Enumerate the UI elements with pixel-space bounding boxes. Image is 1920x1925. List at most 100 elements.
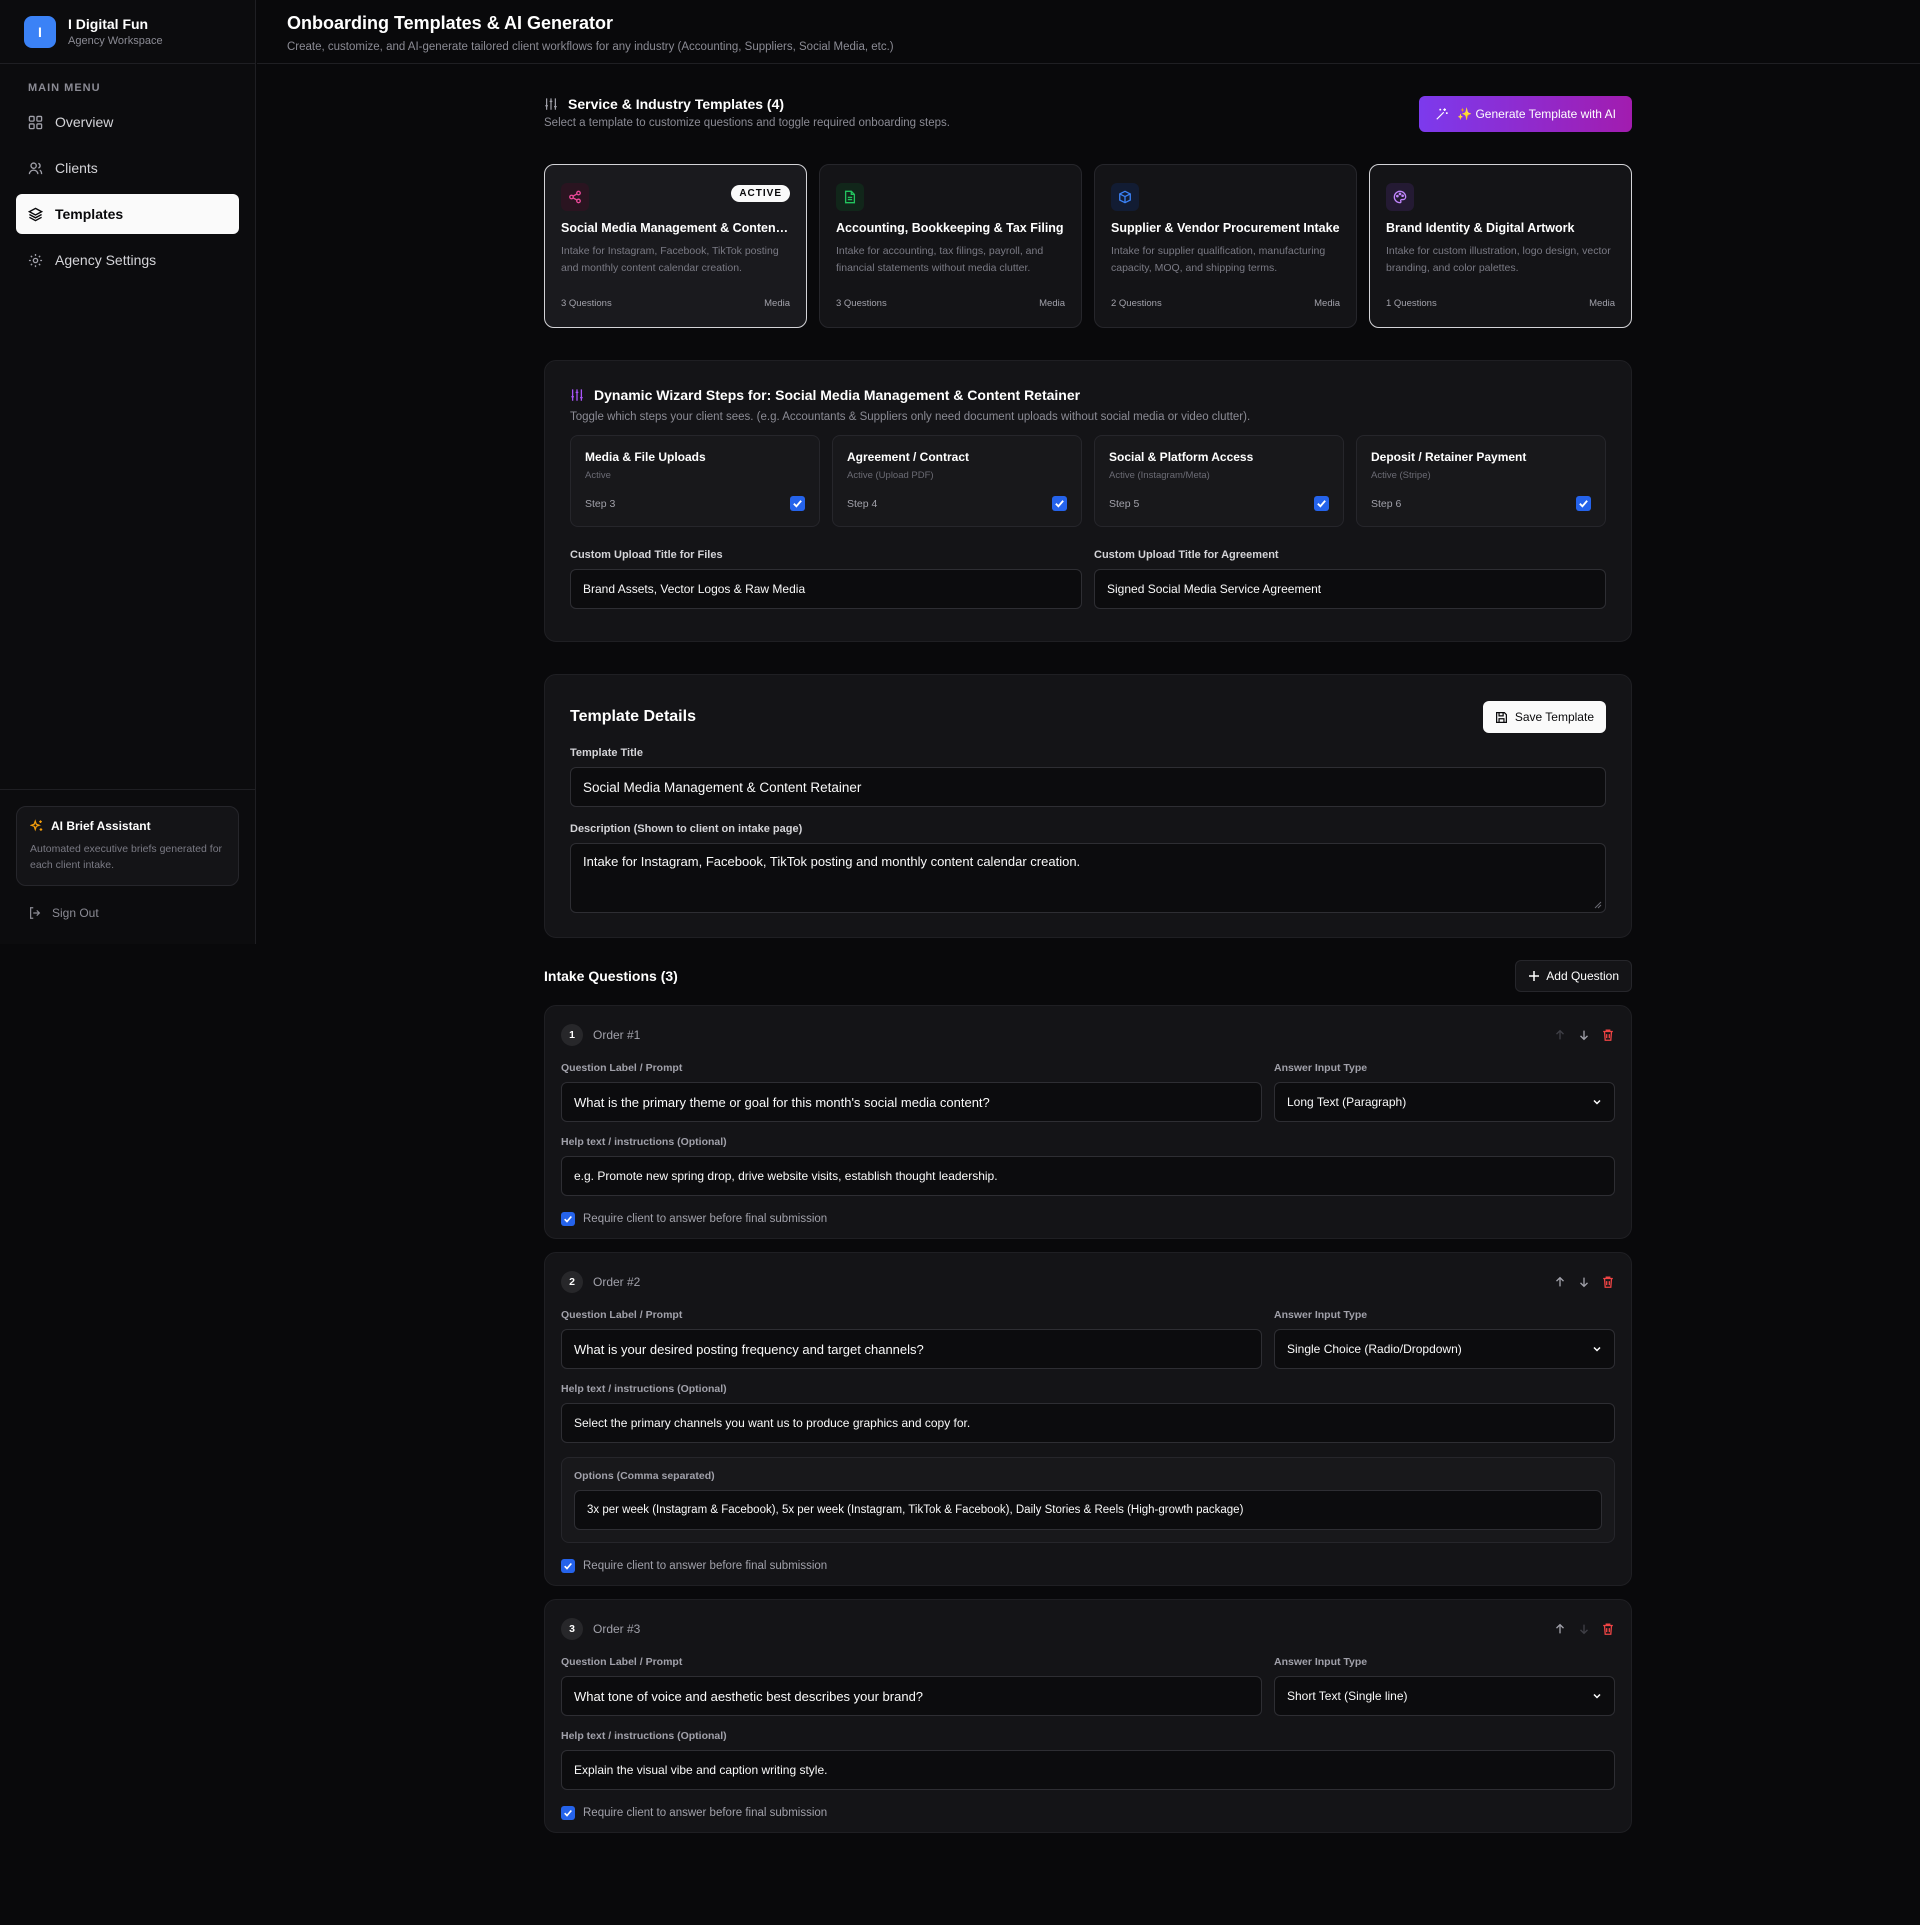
sidebar-item-overview[interactable]: Overview xyxy=(16,102,239,142)
sidebar-item-agency-settings[interactable]: Agency Settings xyxy=(16,240,239,280)
template-card-description: Intake for custom illustration, logo des… xyxy=(1386,245,1611,274)
template-card-footer: 2 Questions Media xyxy=(1111,298,1340,309)
description-textarea[interactable]: Intake for Instagram, Facebook, TikTok p… xyxy=(570,843,1606,913)
template-card-social-media[interactable]: ACTIVE Social Media Management & Content… xyxy=(544,164,807,328)
require-answer-toggle[interactable]: Require client to answer before final su… xyxy=(561,1212,1615,1226)
plus-icon xyxy=(1529,971,1540,981)
template-card-supplier[interactable]: Supplier & Vendor Procurement Intake Int… xyxy=(1094,164,1357,328)
step-toggle-deposit[interactable]: Deposit / Retainer Payment Active (Strip… xyxy=(1356,435,1606,527)
description-label: Description (Shown to client on intake p… xyxy=(570,823,803,835)
require-answer-toggle[interactable]: Require client to answer before final su… xyxy=(561,1806,1615,1820)
question-label-input[interactable]: What tone of voice and aesthetic best de… xyxy=(561,1676,1262,1716)
files-title-input[interactable]: Brand Assets, Vector Logos & Raw Media xyxy=(570,569,1082,609)
logout-icon xyxy=(30,907,41,919)
sliders-icon xyxy=(571,389,583,401)
arrow-down-icon[interactable] xyxy=(1577,1622,1591,1636)
palette-icon xyxy=(1386,183,1414,211)
answer-type-select[interactable]: Short Text (Single line) xyxy=(1274,1676,1615,1716)
questions-title: Intake Questions (3) xyxy=(544,968,678,984)
trash-icon[interactable] xyxy=(1601,1028,1615,1042)
step-checkbox[interactable] xyxy=(1314,496,1329,511)
wizard-title: Dynamic Wizard Steps for: Social Media M… xyxy=(570,387,1606,403)
step-toggle-social-access[interactable]: Social & Platform Access Active (Instagr… xyxy=(1094,435,1344,527)
sign-out-button[interactable]: Sign Out xyxy=(16,886,239,920)
add-question-button[interactable]: Add Question xyxy=(1515,960,1632,992)
require-answer-toggle[interactable]: Require client to answer before final su… xyxy=(561,1559,1615,1573)
agreement-title-input[interactable]: Signed Social Media Service Agreement xyxy=(1094,569,1606,609)
arrow-up-icon[interactable] xyxy=(1553,1622,1567,1636)
sidebar-item-label: Templates xyxy=(55,206,124,222)
check-icon xyxy=(564,1809,572,1817)
template-card-description: Intake for Instagram, Facebook, TikTok p… xyxy=(561,245,779,274)
question-number: 2 xyxy=(561,1271,583,1293)
answer-type-caption: Answer Input Type xyxy=(1274,1309,1368,1321)
page-subtitle: Create, customize, and AI-generate tailo… xyxy=(287,41,894,53)
sliders-icon xyxy=(545,98,557,110)
main-nav: Overview Clients Templates Agency Settin… xyxy=(0,102,255,280)
answer-type-select[interactable]: Single Choice (Radio/Dropdown) xyxy=(1274,1329,1615,1369)
step-toggle-media-uploads[interactable]: Media & File Uploads Active Step 3 xyxy=(570,435,820,527)
sidebar: I I Digital Fun Agency Workspace MAIN ME… xyxy=(0,0,256,944)
questions-header: Intake Questions (3) Add Question xyxy=(544,960,1632,992)
question-order: Order #1 xyxy=(593,1028,641,1042)
arrow-up-icon[interactable] xyxy=(1553,1275,1567,1289)
step-checkbox[interactable] xyxy=(1576,496,1591,511)
question-label-input[interactable]: What is your desired posting frequency a… xyxy=(561,1329,1262,1369)
wand-icon xyxy=(1436,108,1448,120)
question-card: 2 Order #2 Question Label / Prompt What i… xyxy=(544,1252,1632,1586)
step-checkbox[interactable] xyxy=(790,496,805,511)
question-order: Order #3 xyxy=(593,1622,641,1636)
sparkles-icon xyxy=(30,819,43,832)
arrow-up-icon[interactable] xyxy=(1553,1028,1567,1042)
brand: I I Digital Fun Agency Workspace xyxy=(0,0,255,64)
page-header: Onboarding Templates & AI Generator Crea… xyxy=(257,0,1920,64)
resize-handle-icon[interactable] xyxy=(1594,901,1602,909)
grid-icon xyxy=(28,115,43,129)
trash-icon[interactable] xyxy=(1601,1275,1615,1289)
answer-type-select[interactable]: Long Text (Paragraph) xyxy=(1274,1082,1615,1122)
template-card-accounting[interactable]: Accounting, Bookkeeping & Tax Filing Int… xyxy=(819,164,1082,328)
check-icon xyxy=(793,500,802,508)
answer-type-caption: Answer Input Type xyxy=(1274,1062,1368,1074)
arrow-down-icon[interactable] xyxy=(1577,1028,1591,1042)
generate-template-ai-button[interactable]: ✨ Generate Template with AI xyxy=(1419,96,1632,132)
menu-label: MAIN MENU xyxy=(28,82,101,94)
options-box: Options (Comma separated) 3x per week (I… xyxy=(561,1457,1615,1543)
arrow-down-icon[interactable] xyxy=(1577,1275,1591,1289)
save-icon xyxy=(1495,711,1507,723)
save-template-button[interactable]: Save Template xyxy=(1482,701,1606,733)
help-text-input[interactable]: Select the primary channels you want us … xyxy=(561,1403,1615,1443)
question-label-caption: Question Label / Prompt xyxy=(561,1656,683,1668)
sidebar-item-label: Overview xyxy=(55,114,114,130)
require-checkbox[interactable] xyxy=(561,1212,575,1226)
template-cards: ACTIVE Social Media Management & Content… xyxy=(544,164,1632,328)
template-card-title: Social Media Management & Content… xyxy=(561,221,790,235)
template-card-title: Supplier & Vendor Procurement Intake xyxy=(1111,221,1340,235)
step-toggle-agreement[interactable]: Agreement / Contract Active (Upload PDF)… xyxy=(832,435,1082,527)
sidebar-item-templates[interactable]: Templates xyxy=(16,194,239,234)
template-title-input[interactable]: Social Media Management & Content Retain… xyxy=(570,767,1606,807)
template-card-title: Accounting, Bookkeeping & Tax Filing xyxy=(836,221,1064,235)
sidebar-item-clients[interactable]: Clients xyxy=(16,148,239,188)
templates-subtitle: Select a template to customize questions… xyxy=(544,117,950,129)
help-text-input[interactable]: Explain the visual vibe and caption writ… xyxy=(561,1750,1615,1790)
options-caption: Options (Comma separated) xyxy=(574,1470,715,1482)
share-icon xyxy=(561,183,589,211)
agreement-title-label: Custom Upload Title for Agreement xyxy=(1094,549,1279,561)
question-card: 1 Order #1 Question Label / Prompt What i… xyxy=(544,1005,1632,1239)
help-text-input[interactable]: e.g. Promote new spring drop, drive webs… xyxy=(561,1156,1615,1196)
question-label-input[interactable]: What is the primary theme or goal for th… xyxy=(561,1082,1262,1122)
check-icon xyxy=(564,1562,572,1570)
templates-title: Service & Industry Templates (4) xyxy=(544,96,950,112)
template-card-description: Intake for supplier qualification, manuf… xyxy=(1111,245,1326,274)
template-card-title: Brand Identity & Digital Artwork xyxy=(1386,221,1575,235)
options-input[interactable]: 3x per week (Instagram & Facebook), 5x p… xyxy=(574,1490,1602,1530)
require-checkbox[interactable] xyxy=(561,1559,575,1573)
trash-icon[interactable] xyxy=(1601,1622,1615,1636)
template-card-footer: 3 Questions Media xyxy=(561,298,790,309)
brand-name: I Digital Fun xyxy=(68,16,149,32)
help-text-caption: Help text / instructions (Optional) xyxy=(561,1136,727,1148)
step-checkbox[interactable] xyxy=(1052,496,1067,511)
template-card-brand-identity[interactable]: Brand Identity & Digital Artwork Intake … xyxy=(1369,164,1632,328)
require-checkbox[interactable] xyxy=(561,1806,575,1820)
